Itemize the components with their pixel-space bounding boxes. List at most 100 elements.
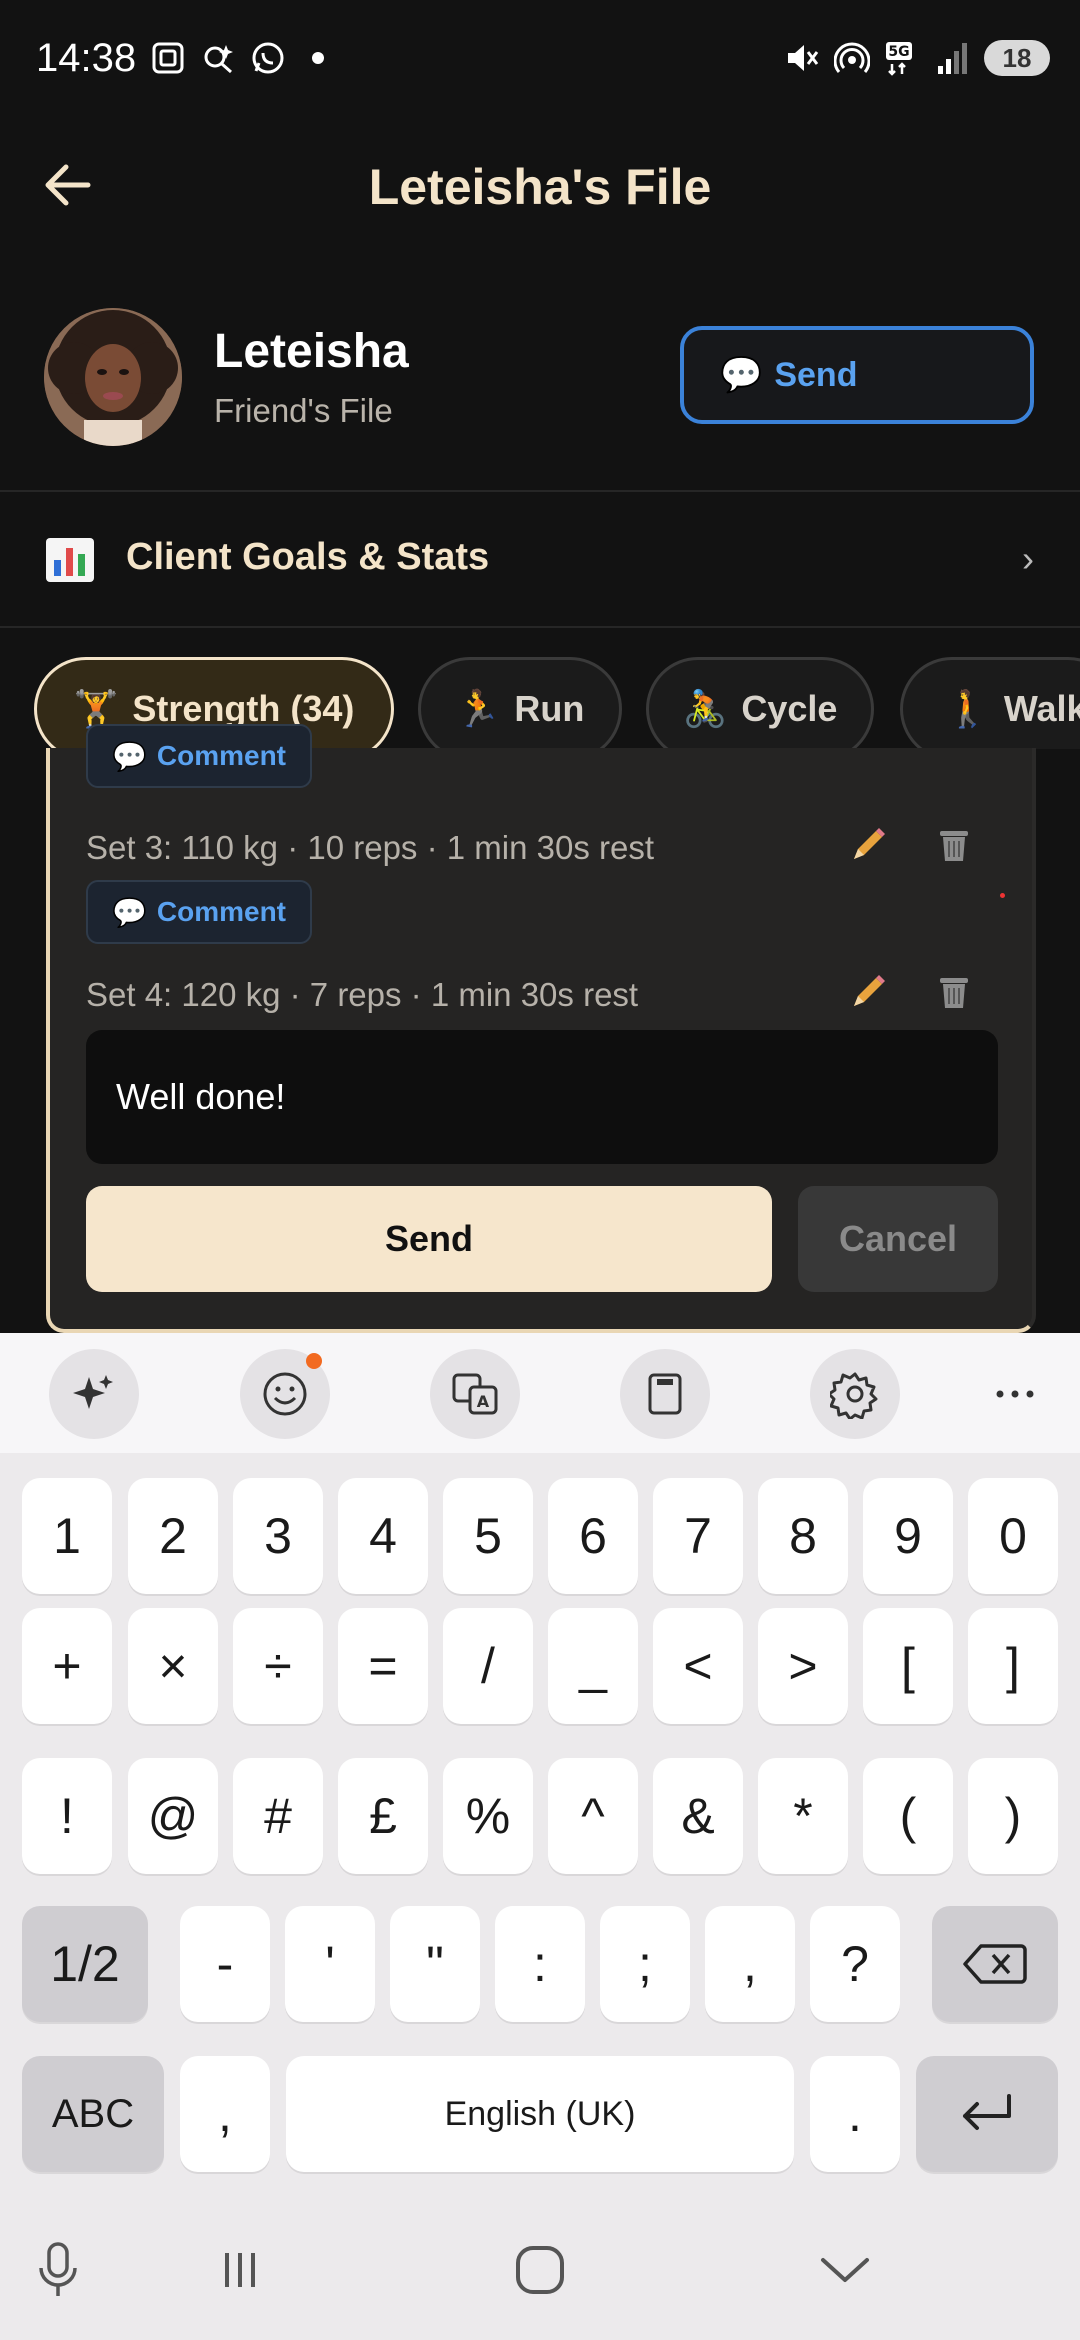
key-hash[interactable]: # bbox=[233, 1758, 323, 1874]
key-multiply[interactable]: × bbox=[128, 1608, 218, 1724]
key-right-bracket[interactable]: ] bbox=[968, 1608, 1058, 1724]
key-ampersand[interactable]: & bbox=[653, 1758, 743, 1874]
key-right-paren[interactable]: ) bbox=[968, 1758, 1058, 1874]
divider bbox=[0, 626, 1080, 628]
emoji-icon[interactable] bbox=[240, 1349, 330, 1439]
recent-apps-icon[interactable] bbox=[200, 2230, 280, 2310]
enter-key[interactable] bbox=[916, 2056, 1058, 2172]
key-2[interactable]: 2 bbox=[128, 1478, 218, 1594]
key-comma[interactable]: , bbox=[705, 1906, 795, 2022]
mute-icon bbox=[784, 40, 820, 76]
send-comment-button[interactable]: Send bbox=[86, 1186, 772, 1292]
microphone-icon[interactable] bbox=[18, 2230, 98, 2310]
profile-name: Leteisha bbox=[214, 325, 409, 378]
key-quote[interactable]: " bbox=[390, 1906, 480, 2022]
set-row: Set 3: 110 kg · 10 reps · 1 min 30s rest bbox=[86, 823, 1006, 873]
key-page-toggle[interactable]: 1/2 bbox=[22, 1906, 148, 2022]
tab-run[interactable]: 🏃 Run bbox=[418, 657, 622, 749]
status-icons-left bbox=[150, 40, 336, 76]
tab-run-label: Run bbox=[514, 688, 585, 729]
system-nav-bar bbox=[0, 2200, 1080, 2340]
abc-key[interactable]: ABC bbox=[22, 2056, 164, 2172]
battery-indicator: 18 bbox=[984, 40, 1050, 76]
key-divide[interactable]: ÷ bbox=[233, 1608, 323, 1724]
tab-cycle[interactable]: 🚴 Cycle bbox=[646, 657, 874, 749]
sparkle-icon[interactable] bbox=[49, 1349, 139, 1439]
home-icon[interactable] bbox=[500, 2230, 580, 2310]
key-slash[interactable]: / bbox=[443, 1608, 533, 1724]
key-8[interactable]: 8 bbox=[758, 1478, 848, 1594]
key-percent[interactable]: % bbox=[443, 1758, 533, 1874]
key-period[interactable]: . bbox=[810, 2056, 900, 2172]
5g-icon: 5G bbox=[884, 40, 920, 76]
send-message-button[interactable]: 💬 Send bbox=[680, 326, 1034, 424]
key-7[interactable]: 7 bbox=[653, 1478, 743, 1594]
key-greater-than[interactable]: > bbox=[758, 1608, 848, 1724]
client-goals-row[interactable]: Client Goals & Stats › bbox=[0, 492, 1080, 626]
key-comma-bottom[interactable]: , bbox=[180, 2056, 270, 2172]
key-plus[interactable]: + bbox=[22, 1608, 112, 1724]
key-exclamation[interactable]: ! bbox=[22, 1758, 112, 1874]
pencil-icon[interactable] bbox=[846, 823, 890, 867]
key-apostrophe[interactable]: ' bbox=[285, 1906, 375, 2022]
settings-icon[interactable] bbox=[810, 1349, 900, 1439]
key-equals[interactable]: = bbox=[338, 1608, 428, 1724]
key-question[interactable]: ? bbox=[810, 1906, 900, 2022]
keyboard-toolbar: A bbox=[0, 1333, 1080, 1453]
backspace-key[interactable] bbox=[932, 1906, 1058, 2022]
workout-card: 💬 Comment Set 3: 110 kg · 10 reps · 1 mi… bbox=[46, 724, 1036, 1333]
tab-walk[interactable]: 🚶 Walk bbox=[900, 657, 1080, 749]
whatsapp-icon bbox=[250, 40, 286, 76]
runner-icon: 🏃 bbox=[455, 688, 501, 729]
key-underscore[interactable]: _ bbox=[548, 1608, 638, 1724]
key-4[interactable]: 4 bbox=[338, 1478, 428, 1594]
more-icon[interactable] bbox=[970, 1349, 1060, 1439]
comment-button[interactable]: 💬 Comment bbox=[86, 724, 312, 788]
avatar[interactable] bbox=[44, 308, 182, 446]
send-message-label: Send bbox=[774, 355, 858, 394]
profile-subtitle: Friend's File bbox=[214, 392, 393, 429]
tab-cycle-label: Cycle bbox=[741, 688, 838, 729]
status-time: 14:38 bbox=[36, 36, 137, 80]
key-pound[interactable]: £ bbox=[338, 1758, 428, 1874]
trash-icon[interactable] bbox=[932, 970, 976, 1014]
key-at[interactable]: @ bbox=[128, 1758, 218, 1874]
key-colon[interactable]: : bbox=[495, 1906, 585, 2022]
comment-label: Comment bbox=[156, 896, 286, 927]
svg-text:5G: 5G bbox=[888, 44, 909, 60]
profile-section: Leteisha Friend's File 💬 Send bbox=[0, 300, 1080, 490]
key-left-bracket[interactable]: [ bbox=[863, 1608, 953, 1724]
indicator-dot bbox=[1000, 893, 1005, 898]
key-0[interactable]: 0 bbox=[968, 1478, 1058, 1594]
speech-bubble-icon: 💬 bbox=[112, 896, 147, 928]
cancel-button[interactable]: Cancel bbox=[798, 1186, 998, 1292]
cyclist-icon: 🚴 bbox=[682, 688, 728, 729]
key-left-paren[interactable]: ( bbox=[863, 1758, 953, 1874]
translate-icon[interactable]: A bbox=[430, 1349, 520, 1439]
hotspot-icon bbox=[834, 40, 870, 76]
clipboard-icon[interactable] bbox=[620, 1349, 710, 1439]
comment-button[interactable]: 💬 Comment bbox=[86, 880, 312, 944]
key-less-than[interactable]: < bbox=[653, 1608, 743, 1724]
key-3[interactable]: 3 bbox=[233, 1478, 323, 1594]
client-goals-label: Client Goals & Stats bbox=[126, 536, 490, 578]
space-key[interactable]: English (UK) bbox=[286, 2056, 794, 2172]
key-asterisk[interactable]: * bbox=[758, 1758, 848, 1874]
pencil-icon[interactable] bbox=[846, 970, 890, 1014]
key-hyphen[interactable]: - bbox=[180, 1906, 270, 2022]
key-5[interactable]: 5 bbox=[443, 1478, 533, 1594]
comment-input[interactable]: Well done! bbox=[86, 1030, 998, 1164]
page-title: Leteisha's File bbox=[368, 159, 712, 215]
key-1[interactable]: 1 bbox=[22, 1478, 112, 1594]
set-row: Set 4: 120 kg · 7 reps · 1 min 30s rest bbox=[86, 970, 1006, 1020]
chevron-right-icon: › bbox=[1022, 538, 1034, 579]
key-caret[interactable]: ^ bbox=[548, 1758, 638, 1874]
comment-label: Comment bbox=[156, 740, 286, 771]
trash-icon[interactable] bbox=[932, 823, 976, 867]
key-9[interactable]: 9 bbox=[863, 1478, 953, 1594]
chevron-down-icon[interactable] bbox=[805, 2230, 885, 2310]
key-6[interactable]: 6 bbox=[548, 1478, 638, 1594]
tab-walk-label: Walk bbox=[1003, 688, 1080, 729]
set-actions bbox=[846, 823, 976, 867]
key-semicolon[interactable]: ; bbox=[600, 1906, 690, 2022]
